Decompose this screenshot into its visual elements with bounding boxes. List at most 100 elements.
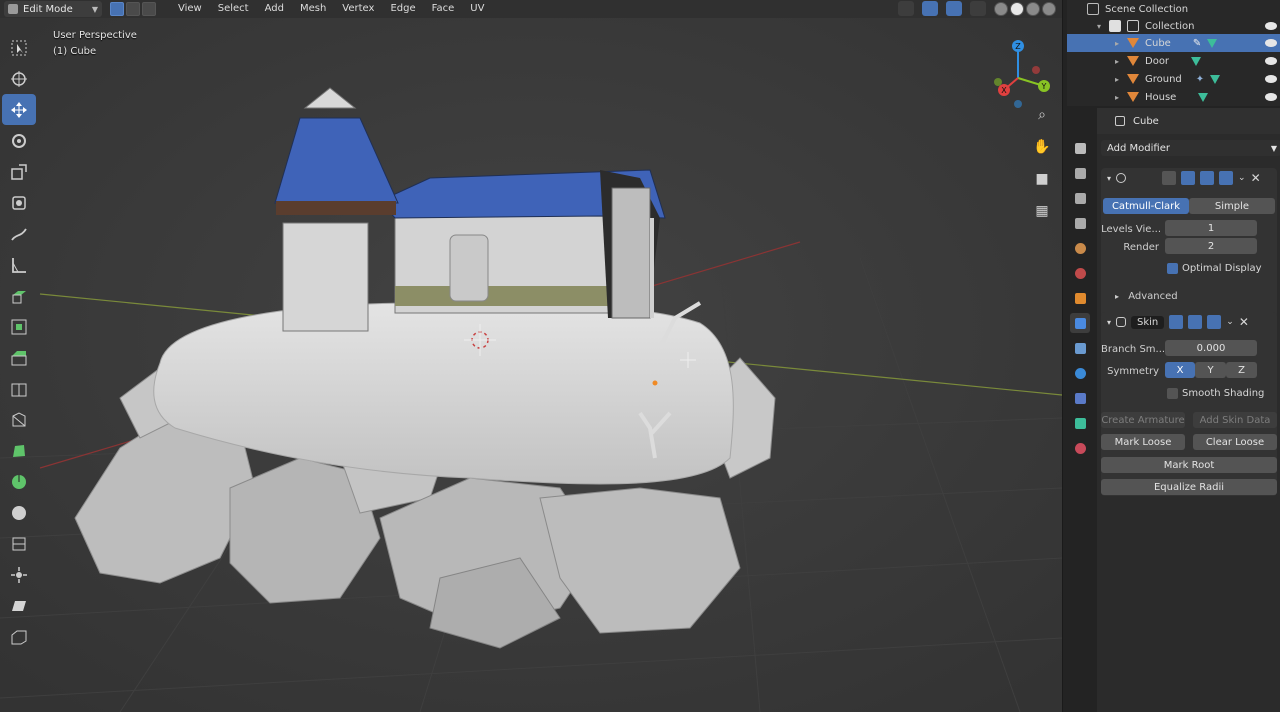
levels-viewport-field[interactable]: 1	[1165, 220, 1257, 236]
add-skin-data-button[interactable]: Add Skin Data	[1193, 412, 1277, 428]
gizmo-toggle-icon[interactable]	[922, 1, 938, 16]
edge-slide-tool[interactable]	[2, 528, 36, 559]
simple-tab[interactable]: Simple	[1189, 198, 1275, 214]
render-tab[interactable]	[1070, 163, 1090, 183]
checkbox-icon[interactable]	[1109, 20, 1121, 32]
gizmo-neg-y-icon[interactable]	[994, 78, 1002, 86]
poly-build-tool[interactable]	[2, 435, 36, 466]
mark-root-button[interactable]: Mark Root	[1101, 457, 1277, 473]
gizmo-neg-x-icon[interactable]	[1032, 66, 1040, 74]
mode-dropdown[interactable]: Edit Mode ▼	[4, 1, 102, 17]
visibility-eye-icon[interactable]	[1265, 57, 1277, 65]
smooth-tool[interactable]	[2, 497, 36, 528]
wireframe-shading-icon[interactable]	[994, 1, 1008, 16]
loop-cut-tool[interactable]	[2, 373, 36, 404]
expand-icon[interactable]: ▸	[1113, 57, 1121, 66]
visibility-eye-icon[interactable]	[1265, 93, 1277, 101]
outliner-item-ground[interactable]: ▸ Ground ✦	[1067, 70, 1280, 88]
outliner-collection[interactable]: ▾ Collection	[1067, 17, 1280, 35]
clear-loose-button[interactable]: Clear Loose	[1193, 434, 1277, 450]
object-tab[interactable]	[1070, 288, 1090, 308]
modifier-icon[interactable]: ✦	[1196, 74, 1204, 85]
output-tab[interactable]	[1070, 188, 1090, 208]
skin-name-field[interactable]: Skin	[1131, 315, 1165, 329]
vertex-select-button[interactable]	[110, 2, 124, 16]
constraints-tab[interactable]	[1070, 388, 1090, 408]
menu-add[interactable]: Add	[257, 0, 292, 18]
collapse-icon[interactable]: ▾	[1107, 174, 1111, 183]
smooth-shading-row[interactable]: Smooth Shading	[1167, 388, 1264, 399]
measure-tool[interactable]	[2, 249, 36, 280]
data-tab[interactable]	[1070, 413, 1090, 433]
material-shading-icon[interactable]	[1026, 1, 1040, 16]
add-modifier-button[interactable]: Add Modifier ▼	[1101, 140, 1280, 156]
bevel-tool[interactable]	[2, 342, 36, 373]
mesh-data-icon[interactable]	[1207, 38, 1218, 48]
render-toggle-icon[interactable]	[1207, 315, 1222, 329]
pan-hand-icon[interactable]: ✋	[1031, 136, 1053, 158]
wrench-icon[interactable]: ✎	[1193, 38, 1201, 49]
rip-region-tool[interactable]	[2, 621, 36, 652]
outliner-scene-collection[interactable]: Scene Collection	[1067, 0, 1280, 18]
shear-tool[interactable]	[2, 590, 36, 621]
close-icon[interactable]: ✕	[1239, 315, 1249, 329]
mesh-data-icon[interactable]	[1198, 92, 1209, 102]
viewport-toggle-icon[interactable]	[1200, 171, 1215, 185]
close-icon[interactable]: ✕	[1251, 171, 1261, 185]
render-toggle-icon[interactable]	[1219, 171, 1234, 185]
menu-select[interactable]: Select	[210, 0, 257, 18]
world-tab[interactable]	[1070, 263, 1090, 283]
visibility-eye-icon[interactable]	[1265, 39, 1277, 47]
shrink-fatten-tool[interactable]	[2, 559, 36, 590]
3d-viewport[interactable]: User Perspective (1) Cube Z Y X ⌕ ✋ ■ ▦	[0, 18, 1062, 712]
mark-loose-button[interactable]: Mark Loose	[1101, 434, 1185, 450]
zoom-icon[interactable]: ⌕	[1031, 104, 1053, 126]
outliner-item-house[interactable]: ▸ House	[1067, 88, 1280, 106]
rendered-shading-icon[interactable]	[1042, 1, 1056, 16]
rotate-tool[interactable]	[2, 125, 36, 156]
edit-mode-toggle-icon[interactable]	[1169, 315, 1184, 329]
gizmo-neg-z-icon[interactable]	[1014, 100, 1022, 108]
branch-smoothing-field[interactable]: 0.000	[1165, 340, 1257, 356]
overlay-toggle-icon[interactable]	[946, 1, 962, 16]
render-levels-field[interactable]: 2	[1165, 238, 1257, 254]
menu-mesh[interactable]: Mesh	[292, 0, 334, 18]
modifier-tab[interactable]	[1070, 313, 1090, 333]
annotate-tool[interactable]	[2, 218, 36, 249]
view-object-types-icon[interactable]	[898, 1, 914, 16]
tool-tab[interactable]	[1070, 138, 1090, 158]
particles-tab[interactable]	[1070, 338, 1090, 358]
extrude-tool[interactable]	[2, 280, 36, 311]
create-armature-button[interactable]: Create Armature	[1101, 412, 1185, 428]
optimal-display-checkbox[interactable]	[1167, 263, 1178, 274]
camera-icon[interactable]: ■	[1031, 168, 1053, 190]
menu-face[interactable]: Face	[424, 0, 463, 18]
xray-toggle-icon[interactable]	[970, 1, 986, 16]
chevron-down-icon[interactable]: ⌄	[1226, 317, 1234, 327]
move-tool[interactable]	[2, 94, 36, 125]
view-layer-tab[interactable]	[1070, 213, 1090, 233]
solid-shading-icon[interactable]	[1010, 1, 1024, 16]
outliner-item-cube[interactable]: ▸ Cube ✎	[1067, 34, 1280, 52]
symmetry-y-toggle[interactable]: Y	[1195, 362, 1226, 378]
advanced-subpanel[interactable]: ▸ Advanced	[1115, 291, 1178, 302]
mesh-data-icon[interactable]	[1210, 74, 1221, 84]
menu-edge[interactable]: Edge	[382, 0, 423, 18]
visibility-eye-icon[interactable]	[1265, 75, 1277, 83]
material-tab[interactable]	[1070, 438, 1090, 458]
optimal-display-row[interactable]: Optimal Display	[1167, 263, 1262, 274]
menu-uv[interactable]: UV	[462, 0, 492, 18]
navigation-gizmo[interactable]: Z Y X	[986, 26, 1056, 108]
scale-tool[interactable]	[2, 156, 36, 187]
edit-cage-icon[interactable]	[1162, 171, 1177, 185]
scene-tab[interactable]	[1070, 238, 1090, 258]
edit-mode-toggle-icon[interactable]	[1181, 171, 1196, 185]
expand-icon[interactable]: ▸	[1113, 39, 1121, 48]
mesh-data-icon[interactable]	[1191, 56, 1202, 66]
physics-tab[interactable]	[1070, 363, 1090, 383]
edge-select-button[interactable]	[126, 2, 140, 16]
symmetry-x-toggle[interactable]: X	[1165, 362, 1195, 378]
spin-tool[interactable]	[2, 466, 36, 497]
collapse-icon[interactable]: ▾	[1095, 22, 1103, 31]
equalize-radii-button[interactable]: Equalize Radii	[1101, 479, 1277, 495]
